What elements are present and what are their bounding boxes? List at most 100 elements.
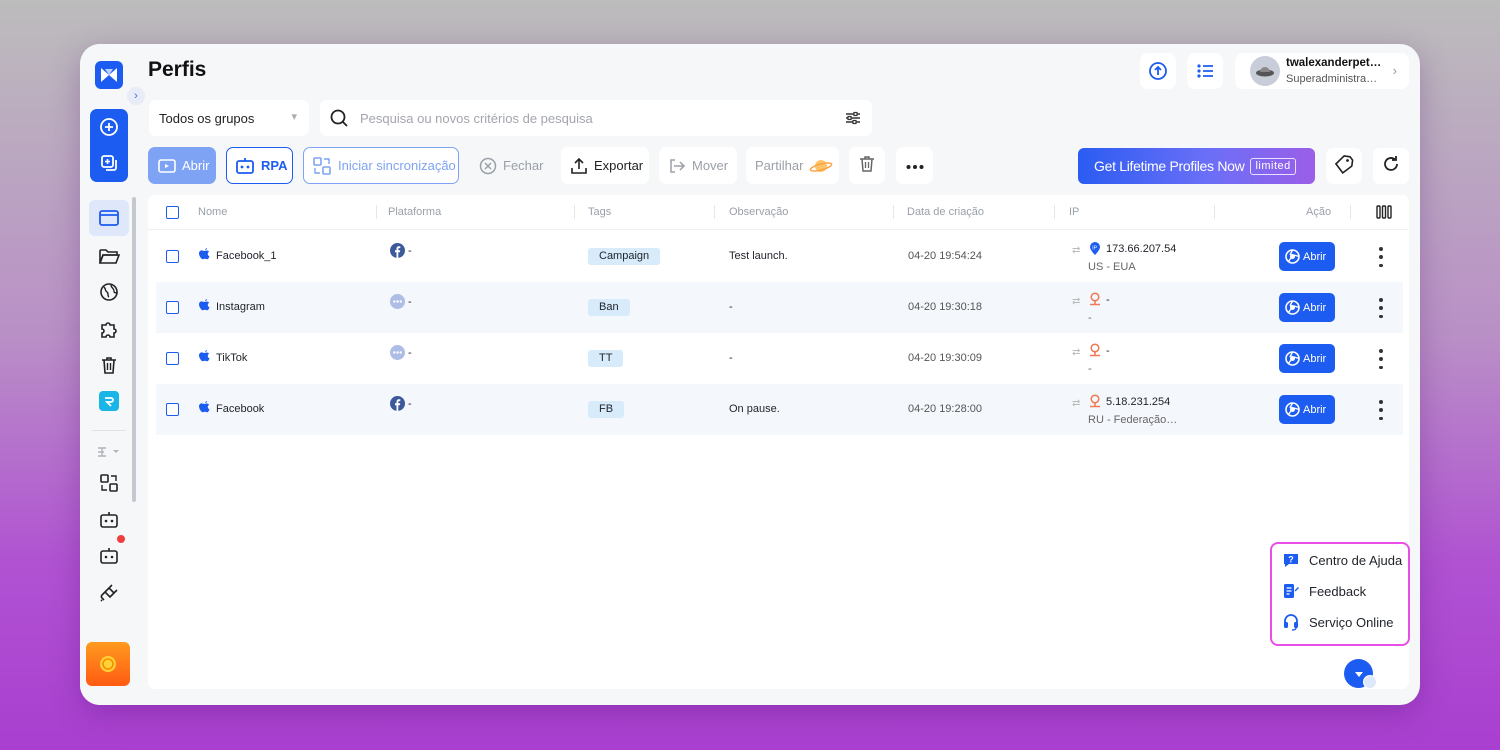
open-profile-label: Abrir — [1303, 301, 1327, 314]
column-ip[interactable]: IP — [1069, 206, 1079, 218]
task-list-button[interactable] — [1187, 53, 1223, 89]
sidebar-divider — [92, 430, 126, 431]
sidebar-item-rpa-tasks[interactable] — [94, 541, 124, 571]
sidebar-item-app[interactable] — [94, 386, 124, 416]
sidebar-item-groups[interactable] — [94, 241, 124, 271]
profile-name[interactable]: Facebook — [216, 403, 264, 415]
user-menu[interactable]: twalexanderpet… Superadministra… › — [1235, 53, 1409, 89]
list-icon — [1197, 64, 1213, 78]
lifetime-promo-banner[interactable]: Get Lifetime Profiles Now limited — [1078, 148, 1315, 184]
app-badge-icon — [99, 391, 119, 411]
export-button[interactable]: Exportar — [561, 147, 649, 184]
robot-icon — [235, 157, 255, 175]
open-profile-button[interactable]: Abrir — [1279, 293, 1335, 322]
robot-icon — [100, 512, 118, 528]
sidebar-item-api[interactable] — [94, 578, 124, 608]
apple-icon — [199, 350, 210, 362]
feedback-label: Feedback — [1309, 583, 1367, 599]
row-more-icon[interactable] — [1378, 400, 1384, 420]
sidebar-item-profiles[interactable] — [89, 200, 129, 236]
batch-create-button[interactable] — [99, 153, 119, 173]
table-row[interactable]: Facebook_1 - Campaign Test launch. 04-20… — [156, 231, 1403, 282]
location-pin-red-icon — [1090, 343, 1100, 357]
profile-name[interactable]: TikTok — [216, 352, 247, 364]
help-center-label: Centro de Ajuda — [1309, 552, 1403, 568]
column-note[interactable]: Observação — [729, 206, 788, 218]
select-all-checkbox[interactable] — [166, 206, 179, 219]
open-profile-button[interactable]: Abrir — [1279, 395, 1335, 424]
open-button[interactable]: Abrir — [148, 147, 216, 184]
feedback-edit-icon — [1282, 582, 1300, 600]
row-more-icon[interactable] — [1378, 247, 1384, 267]
column-platform[interactable]: Plataforma — [388, 206, 441, 218]
column-settings-icon[interactable] — [1376, 205, 1392, 224]
filter-sliders-icon[interactable] — [845, 110, 861, 131]
ufo-avatar-icon — [1256, 67, 1274, 77]
sidebar-scrollbar[interactable] — [132, 197, 136, 502]
app-logo-icon[interactable] — [95, 61, 123, 89]
refresh-button[interactable] — [1373, 148, 1409, 184]
share-button[interactable]: Partilhar — [746, 147, 839, 184]
location-pin-red-icon — [1090, 292, 1100, 306]
table-row[interactable]: Instagram - Ban - 04-20 19:30:18 ⇄ - - A… — [156, 282, 1403, 333]
rpa-button[interactable]: RPA — [226, 147, 293, 184]
column-tags[interactable]: Tags — [588, 206, 611, 218]
sidebar-item-sync[interactable] — [94, 468, 124, 498]
close-button[interactable]: Fechar — [469, 147, 551, 184]
sidebar-item-extensions[interactable] — [94, 314, 124, 344]
export-button-label: Exportar — [594, 158, 644, 173]
more-horizontal-icon — [906, 158, 924, 173]
trash-icon — [102, 357, 116, 374]
chevron-down-icon: ▾ — [291, 111, 297, 123]
tag-badge: FB — [588, 401, 625, 418]
limited-badge: limited — [1250, 157, 1296, 175]
search-input[interactable] — [360, 108, 830, 128]
group-select[interactable]: Todos os grupos ▾ — [149, 100, 309, 136]
ip-location: - — [1088, 363, 1092, 375]
row-more-icon[interactable] — [1378, 349, 1384, 369]
row-more-icon[interactable] — [1378, 298, 1384, 318]
row-checkbox[interactable] — [166, 403, 179, 416]
swap-arrows-icon: ⇄ — [1072, 398, 1081, 409]
open-profile-button[interactable]: Abrir — [1279, 344, 1335, 373]
sidebar-item-proxies[interactable] — [94, 277, 124, 307]
coin-icon — [100, 656, 116, 672]
tag-button[interactable] — [1326, 148, 1362, 184]
column-name[interactable]: Nome — [198, 206, 227, 218]
promo-tile[interactable] — [86, 642, 130, 686]
user-role: Superadministra… — [1286, 73, 1378, 85]
profile-name[interactable]: Facebook_1 — [216, 250, 277, 262]
more-actions-button[interactable] — [896, 147, 933, 184]
created-date: 04-20 19:54:24 — [908, 250, 983, 262]
table-row[interactable]: TikTok - TT - 04-20 19:30:09 ⇄ - - Abrir — [156, 333, 1403, 384]
feedback-item[interactable]: Feedback — [1282, 580, 1366, 602]
row-checkbox[interactable] — [166, 301, 179, 314]
sidebar-expand-button[interactable]: › — [127, 87, 145, 105]
sidebar-section-toggle[interactable] — [94, 437, 124, 467]
online-service-item[interactable]: Serviço Online — [1282, 611, 1394, 633]
browser-logo-icon — [1285, 300, 1300, 315]
help-center-item[interactable]: ? Centro de Ajuda — [1282, 549, 1402, 571]
created-date: 04-20 19:30:09 — [908, 352, 983, 364]
new-profile-button[interactable] — [99, 117, 119, 137]
close-button-label: Fechar — [503, 158, 544, 173]
start-sync-button[interactable]: Iniciar sincronização — [303, 147, 459, 184]
row-checkbox[interactable] — [166, 250, 179, 263]
open-profile-button[interactable]: Abrir — [1279, 242, 1335, 271]
column-divider — [574, 205, 575, 219]
row-checkbox[interactable] — [166, 352, 179, 365]
sidebar-item-trash[interactable] — [94, 350, 124, 380]
delete-button[interactable] — [849, 147, 885, 184]
headset-icon — [1282, 613, 1300, 631]
table-row[interactable]: Facebook - FB On pause. 04-20 19:28:00 ⇄… — [156, 384, 1403, 435]
move-button[interactable]: Mover — [659, 147, 737, 184]
lifetime-promo-label: Get Lifetime Profiles Now — [1094, 158, 1245, 174]
update-button[interactable] — [1140, 53, 1176, 89]
column-created[interactable]: Data de criação — [907, 206, 984, 218]
sidebar-item-rpa[interactable] — [94, 505, 124, 535]
sync-windows-icon — [100, 474, 118, 492]
facebook-icon — [390, 396, 405, 411]
profile-name[interactable]: Instagram — [216, 301, 265, 313]
upload-sync-icon — [1149, 62, 1167, 80]
search-icon — [329, 108, 349, 133]
